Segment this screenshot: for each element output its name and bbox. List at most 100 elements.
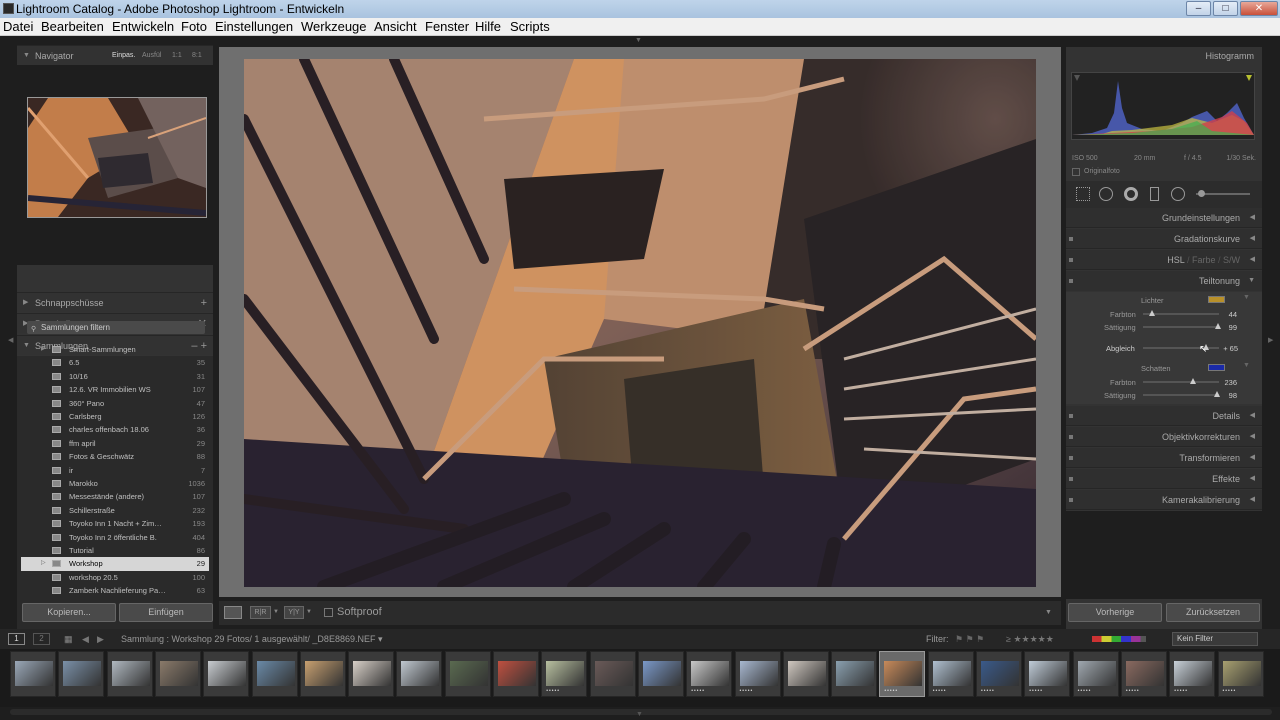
shadows-hue-thumb[interactable] bbox=[1190, 378, 1197, 384]
collection-item[interactable]: 10/16 31 bbox=[21, 370, 209, 383]
previous-button[interactable]: Vorherige bbox=[1068, 603, 1162, 622]
section-transform[interactable]: Transformieren ◀ bbox=[1066, 448, 1262, 468]
reset-button[interactable]: Zurücksetzen bbox=[1166, 603, 1260, 622]
highlights-hue-value[interactable]: 44 bbox=[1207, 310, 1237, 319]
collection-item[interactable]: Toyoko Inn 2 öffentliche B. 404 bbox=[21, 531, 209, 544]
before-after-view-icon[interactable]: R|R bbox=[250, 606, 271, 619]
filmstrip-thumbnail[interactable]: ••••• bbox=[976, 651, 1022, 697]
grid-view-icon[interactable]: ▦ bbox=[64, 629, 73, 649]
filmstrip-thumbnail[interactable] bbox=[251, 651, 298, 697]
filmstrip-thumbnail[interactable] bbox=[396, 651, 443, 697]
filmstrip-thumbnail[interactable]: ••••• bbox=[686, 651, 733, 697]
snapshots-header[interactable]: ▶ Schnappschüsse + bbox=[17, 292, 213, 312]
collection-item[interactable]: Messestände (andere) 107 bbox=[21, 490, 209, 503]
copy-settings-button[interactable]: Kopieren... bbox=[22, 603, 116, 622]
original-photo-checkbox[interactable] bbox=[1072, 168, 1080, 176]
filmstrip-thumbnail[interactable]: ••••• bbox=[734, 651, 781, 697]
before-after-dropdown-icon[interactable]: ▼ bbox=[273, 609, 279, 615]
nav-mode-fill[interactable]: Ausfül bbox=[142, 46, 161, 66]
menu-bearbeiten[interactable]: Bearbeiten bbox=[41, 18, 104, 36]
section-basic[interactable]: Grundeinstellungen ◀ bbox=[1066, 208, 1262, 228]
collection-item[interactable]: 360° Pano 47 bbox=[21, 397, 209, 410]
menu-fenster[interactable]: Fenster bbox=[425, 18, 469, 36]
forward-arrow-icon[interactable]: ▶ bbox=[97, 629, 104, 649]
collection-item[interactable]: Carlsberg 126 bbox=[21, 410, 209, 423]
shadows-color-swatch[interactable] bbox=[1208, 364, 1225, 371]
flag-filter-icons[interactable]: ⚑ ⚑ ⚑ bbox=[955, 629, 984, 649]
bottom-panel-toggle-icon[interactable]: ▼ bbox=[636, 711, 643, 718]
menu-einstellungen[interactable]: Einstellungen bbox=[215, 18, 293, 36]
filmstrip-thumbnail[interactable]: ••••• bbox=[1024, 651, 1071, 697]
paste-settings-button[interactable]: Einfügen bbox=[119, 603, 213, 622]
section-toggle-icon[interactable] bbox=[1069, 258, 1073, 262]
collection-item[interactable]: Zamberk Nachlieferung Pa… 63 bbox=[21, 584, 209, 597]
filmstrip-thumbnail[interactable] bbox=[58, 651, 105, 697]
filmstrip-thumbnail[interactable] bbox=[493, 651, 539, 697]
menu-datei[interactable]: Datei bbox=[3, 18, 33, 36]
filmstrip-thumbnail[interactable] bbox=[299, 651, 346, 697]
color-label-filter[interactable] bbox=[1092, 636, 1146, 642]
collection-item[interactable]: 12.6. VR Immobilien WS 107 bbox=[21, 383, 209, 396]
spot-removal-icon[interactable] bbox=[1099, 187, 1113, 201]
section-toggle-icon[interactable] bbox=[1069, 435, 1073, 439]
menu-ansicht[interactable]: Ansicht bbox=[374, 18, 417, 36]
section-effects[interactable]: Effekte ◀ bbox=[1066, 469, 1262, 489]
filmstrip-thumbnail[interactable]: ••••• bbox=[1120, 651, 1167, 697]
filmstrip-thumbnail[interactable] bbox=[203, 651, 250, 697]
add-snapshot-button[interactable]: + bbox=[201, 293, 207, 313]
collection-item[interactable]: ffm april 29 bbox=[21, 437, 209, 450]
filmstrip-thumbnail[interactable]: ••••• bbox=[1169, 651, 1216, 697]
highlights-picker-icon[interactable]: ▼ bbox=[1243, 294, 1250, 301]
filmstrip-thumbnail[interactable] bbox=[831, 651, 878, 697]
filmstrip-thumbnail[interactable]: ••••• bbox=[879, 651, 926, 697]
monitor-2-button[interactable]: 2 bbox=[33, 633, 50, 645]
hsl-tab[interactable]: HSL bbox=[1167, 255, 1184, 265]
close-button[interactable]: ✕ bbox=[1240, 1, 1278, 16]
filmstrip-thumbnail[interactable] bbox=[348, 651, 395, 697]
swap-dropdown-icon[interactable]: ▼ bbox=[306, 609, 312, 615]
section-camera-calibration[interactable]: Kamerakalibrierung ◀ bbox=[1066, 490, 1262, 510]
menu-foto[interactable]: Foto bbox=[181, 18, 207, 36]
section-detail[interactable]: Details ◀ bbox=[1066, 406, 1262, 426]
section-split-toning[interactable]: Teiltonung ▼ bbox=[1066, 271, 1262, 291]
graduated-filter-icon[interactable] bbox=[1150, 187, 1159, 201]
nav-mode-1to1[interactable]: 1:1 bbox=[172, 46, 182, 66]
menu-hilfe[interactable]: Hilfe bbox=[475, 18, 501, 36]
collection-item[interactable]: Tutorial 86 bbox=[21, 544, 209, 557]
filmstrip-thumbnail[interactable] bbox=[444, 651, 491, 697]
filmstrip-thumbnail[interactable]: ••••• bbox=[1217, 651, 1264, 697]
filmstrip-thumbnail[interactable] bbox=[106, 651, 153, 697]
histogram[interactable] bbox=[1071, 72, 1255, 140]
minimize-button[interactable]: – bbox=[1186, 1, 1211, 16]
filmstrip-thumbnail[interactable] bbox=[637, 651, 684, 697]
toolbar-menu-icon[interactable]: ▼ bbox=[1045, 609, 1052, 616]
rating-filter-icons[interactable]: ≥ ★★★★★ bbox=[1006, 629, 1054, 649]
highlights-hue-thumb[interactable] bbox=[1149, 310, 1156, 316]
left-panel-toggle-icon[interactable]: ◀ bbox=[8, 336, 13, 344]
main-photo[interactable] bbox=[244, 59, 1036, 587]
balance-value[interactable]: + 65 bbox=[1208, 344, 1238, 353]
navigator-preview-image[interactable] bbox=[26, 97, 207, 218]
section-toggle-icon[interactable] bbox=[1069, 498, 1073, 502]
section-toggle-icon[interactable] bbox=[1069, 414, 1073, 418]
top-panel-toggle-icon[interactable]: ▼ bbox=[635, 37, 642, 44]
shadows-saturation-value[interactable]: 98 bbox=[1207, 391, 1237, 400]
section-tone-curve[interactable]: Gradationskurve ◀ bbox=[1066, 229, 1262, 249]
collection-item[interactable]: Schillerstraße 232 bbox=[21, 504, 209, 517]
collection-item[interactable]: Toyoko Inn 1 Nacht + Zim… 193 bbox=[21, 517, 209, 530]
menu-scripts[interactable]: Scripts bbox=[510, 18, 550, 36]
collection-item[interactable]: Fotos & Geschwätz 88 bbox=[21, 450, 209, 463]
swap-settings-icon[interactable]: Y|Y bbox=[284, 606, 304, 619]
target-icon[interactable]: ▷ bbox=[41, 557, 46, 570]
menu-entwickeln[interactable]: Entwickeln bbox=[112, 18, 174, 36]
collection-item[interactable]: ▷ Workshop 29 bbox=[21, 557, 209, 571]
filmstrip-thumbnail[interactable] bbox=[154, 651, 201, 697]
highlights-color-swatch[interactable] bbox=[1208, 296, 1225, 303]
source-path[interactable]: Sammlung : Workshop 29 Fotos/ 1 ausgewäh… bbox=[121, 629, 382, 649]
section-toggle-icon[interactable] bbox=[1069, 477, 1073, 481]
filmstrip-thumbnail[interactable]: ••••• bbox=[1072, 651, 1119, 697]
softproof-checkbox[interactable] bbox=[324, 608, 333, 617]
shadows-hue-value[interactable]: 236 bbox=[1207, 378, 1237, 387]
collection-item[interactable]: charles offenbach 18.06 36 bbox=[21, 423, 209, 436]
adjustment-brush-icon[interactable] bbox=[1198, 190, 1205, 197]
